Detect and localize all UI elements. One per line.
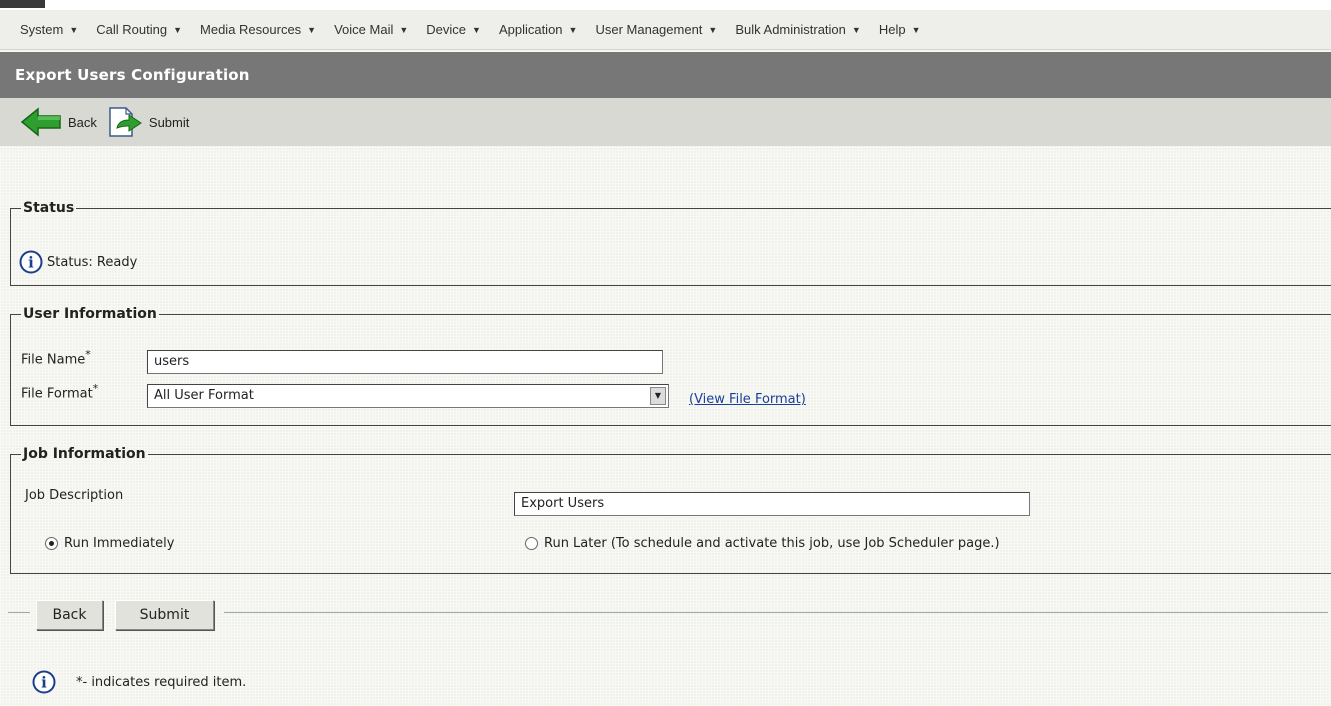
chevron-down-icon: ▼ bbox=[307, 24, 317, 35]
run-immediately-label: Run Immediately bbox=[64, 536, 175, 551]
chevron-down-icon: ▼ bbox=[472, 24, 481, 35]
menu-label: Device bbox=[426, 22, 467, 37]
file-name-label: File Name* bbox=[21, 348, 91, 367]
file-format-select[interactable]: All User Format ▼ bbox=[147, 384, 669, 408]
job-description-label: Job Description bbox=[25, 488, 124, 503]
chevron-down-icon: ▼ bbox=[851, 24, 861, 35]
back-button-label: Back bbox=[52, 607, 87, 623]
run-later-label: Run Later (To schedule and activate this… bbox=[544, 536, 1000, 551]
job-description-value: Export Users bbox=[521, 496, 605, 511]
required-asterisk: * bbox=[92, 382, 99, 395]
file-name-field[interactable]: users bbox=[147, 350, 663, 374]
menu-bulk-administration[interactable]: Bulk Administration ▼ bbox=[735, 22, 860, 37]
menu-user-management[interactable]: User Management ▼ bbox=[595, 22, 717, 37]
chevron-down-icon: ▼ bbox=[69, 24, 79, 35]
page-title: Export Users Configuration bbox=[15, 66, 250, 84]
file-name-value: users bbox=[154, 354, 190, 369]
menu-media-resources[interactable]: Media Resources ▼ bbox=[200, 22, 316, 37]
menu-label: Help bbox=[878, 22, 906, 37]
chevron-down-icon: ▼ bbox=[568, 24, 578, 35]
menu-label: System bbox=[20, 22, 64, 37]
main-menu-bar: System ▼ Call Routing ▼ Media Resources ▼ V… bbox=[0, 10, 1331, 50]
run-immediately-option[interactable]: Run Immediately bbox=[45, 536, 174, 551]
submit-button-label: Submit bbox=[139, 607, 190, 623]
menu-label: Bulk Administration bbox=[735, 22, 846, 37]
svg-text:i: i bbox=[41, 674, 47, 692]
toolbar: Back Submit bbox=[0, 98, 1331, 146]
file-format-value: All User Format bbox=[154, 388, 254, 403]
required-asterisk: * bbox=[85, 348, 91, 361]
back-button[interactable]: Back bbox=[36, 600, 103, 630]
file-name-label-text: File Name bbox=[21, 352, 86, 368]
submit-icon bbox=[109, 107, 142, 137]
menu-system[interactable]: System ▼ bbox=[20, 22, 78, 37]
divider-right bbox=[224, 612, 1328, 613]
job-description-field[interactable]: Export Users bbox=[514, 492, 1030, 516]
svg-text:i: i bbox=[28, 254, 34, 272]
menu-label: Call Routing bbox=[96, 22, 168, 37]
chevron-down-icon: ▼ bbox=[708, 24, 718, 35]
toolbar-back-label: Back bbox=[68, 114, 97, 130]
chevron-down-icon: ▼ bbox=[911, 24, 921, 35]
required-note: i *- indicates required item. bbox=[32, 670, 246, 694]
chevron-down-icon: ▼ bbox=[399, 24, 409, 35]
menu-label: Application bbox=[498, 22, 563, 37]
menu-device[interactable]: Device ▼ bbox=[426, 22, 481, 37]
toolbar-submit-button[interactable]: Submit bbox=[107, 106, 189, 138]
status-row: i Status: Ready bbox=[19, 250, 137, 274]
file-format-label: File Format* bbox=[21, 382, 98, 401]
run-later-option[interactable]: Run Later (To schedule and activate this… bbox=[525, 536, 1000, 551]
toolbar-back-button[interactable]: Back bbox=[20, 107, 97, 137]
browser-chrome-strip bbox=[0, 0, 1331, 10]
run-immediately-radio[interactable] bbox=[45, 537, 58, 550]
back-arrow-icon bbox=[20, 107, 61, 137]
page-title-bar: Export Users Configuration bbox=[0, 52, 1331, 98]
status-text: Status: Ready bbox=[47, 254, 138, 270]
info-icon: i bbox=[32, 670, 56, 694]
status-section: Status i Status: Ready bbox=[10, 200, 1331, 286]
view-file-format-text: (View File Format) bbox=[689, 392, 806, 407]
user-information-legend: User Information bbox=[23, 306, 157, 322]
view-file-format-link[interactable]: (View File Format) bbox=[689, 388, 806, 407]
menu-help[interactable]: Help ▼ bbox=[879, 22, 921, 37]
required-note-text: *- indicates required item. bbox=[76, 674, 247, 690]
run-later-radio[interactable] bbox=[525, 537, 538, 550]
menu-label: Media Resources bbox=[200, 22, 302, 37]
toolbar-submit-label: Submit bbox=[148, 114, 190, 130]
submit-button[interactable]: Submit bbox=[115, 600, 214, 630]
job-information-legend: Job Information bbox=[23, 446, 146, 462]
status-legend: Status bbox=[23, 200, 75, 216]
menu-application[interactable]: Application ▼ bbox=[499, 22, 578, 37]
menu-label: Voice Mail bbox=[334, 22, 394, 37]
menu-label: User Management bbox=[595, 22, 703, 37]
menu-call-routing[interactable]: Call Routing ▼ bbox=[96, 22, 182, 37]
chevron-down-icon: ▼ bbox=[173, 24, 183, 35]
divider-left bbox=[8, 612, 30, 613]
user-information-section: User Information File Name* users File F… bbox=[10, 306, 1331, 426]
job-information-section: Job Information Job Description Export U… bbox=[10, 446, 1331, 574]
menu-voice-mail[interactable]: Voice Mail ▼ bbox=[334, 22, 408, 37]
file-format-label-text: File Format bbox=[21, 386, 93, 402]
dropdown-arrow-icon[interactable]: ▼ bbox=[650, 387, 666, 405]
info-icon: i bbox=[19, 250, 43, 274]
